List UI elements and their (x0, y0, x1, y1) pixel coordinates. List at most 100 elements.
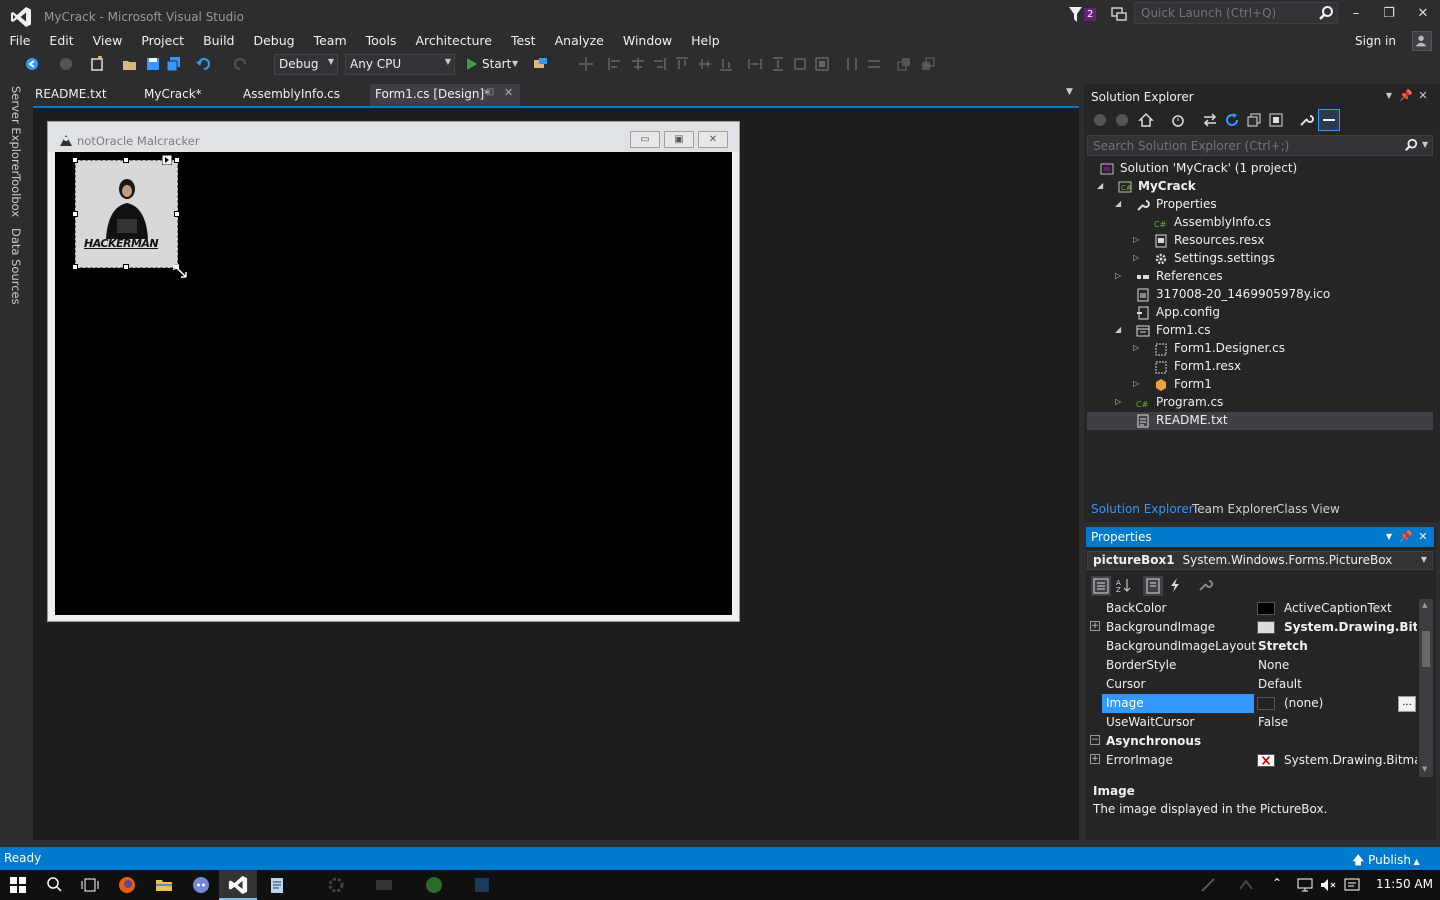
align-tops-icon[interactable] (674, 56, 690, 72)
properties-view-icon[interactable] (1143, 576, 1163, 596)
tree-item-form1-cs[interactable]: ◢ Form1.cs (1087, 322, 1433, 340)
save-all-icon[interactable] (166, 56, 182, 72)
server-explorer-tab[interactable]: Server Explorer (9, 86, 23, 175)
property-value[interactable]: ActiveCaptionText (1284, 601, 1392, 615)
solution-platform-dropdown[interactable]: Any CPU ▼ (345, 54, 455, 75)
vertical-spacing-icon[interactable] (866, 56, 882, 72)
notepad-icon[interactable] (267, 875, 287, 895)
solution-explorer-search-input[interactable] (1087, 135, 1433, 156)
expand-plus-icon[interactable]: + (1090, 621, 1100, 631)
menu-test[interactable]: Test (501, 30, 545, 52)
horizontal-spacing-icon[interactable] (844, 56, 860, 72)
property-cursor[interactable]: Cursor Default (1087, 675, 1417, 694)
window-position-dropdown-icon[interactable]: ▼ (1382, 89, 1396, 103)
menu-help[interactable]: Help (682, 30, 730, 52)
menu-project[interactable]: Project (132, 30, 194, 52)
bring-to-front-icon[interactable] (896, 56, 912, 72)
properties-wrench-icon[interactable] (1298, 112, 1314, 128)
menu-debug[interactable]: Debug (244, 30, 304, 52)
tab-form1-design[interactable]: Form1.cs [Design]* ⊡ ✕ (370, 84, 520, 106)
expand-arrow-icon[interactable]: ◢ (1115, 199, 1125, 209)
tray-app-icon[interactable] (1198, 875, 1218, 895)
pending-changes-filter-icon[interactable] (1170, 112, 1186, 128)
menu-build[interactable]: Build (194, 30, 244, 52)
tree-item-form1-resx[interactable]: Form1.resx (1087, 358, 1433, 376)
pin-icon[interactable]: 📌 (1399, 89, 1413, 103)
show-all-files-icon[interactable] (1268, 112, 1284, 128)
expand-arrow-icon[interactable]: ▷ (1115, 397, 1125, 407)
quick-launch-input[interactable] (1134, 2, 1338, 24)
expand-arrow-icon[interactable]: ◢ (1115, 325, 1125, 335)
align-bottoms-icon[interactable] (718, 56, 734, 72)
send-to-back-icon[interactable] (920, 56, 936, 72)
solution-configuration-dropdown[interactable]: Debug ▼ (274, 54, 338, 75)
volume-muted-icon[interactable] (1318, 875, 1338, 895)
menu-window[interactable]: Window (613, 30, 681, 52)
file-explorer-icon[interactable] (154, 875, 174, 895)
menu-architecture[interactable]: Architecture (406, 30, 502, 52)
account-icon[interactable] (1412, 31, 1432, 51)
property-value[interactable]: Default (1258, 677, 1302, 691)
settings-gear-icon[interactable] (326, 875, 346, 895)
tab-class-view[interactable]: Class View (1271, 500, 1345, 518)
scrollbar-thumb[interactable] (1422, 631, 1430, 667)
navigate-back-icon[interactable] (24, 56, 40, 72)
back-icon[interactable] (1092, 112, 1108, 128)
expand-arrow-icon[interactable]: ▷ (1133, 235, 1143, 245)
events-lightning-icon[interactable] (1167, 577, 1183, 593)
preview-selected-items-button[interactable] (1318, 109, 1340, 131)
make-same-width-icon[interactable] (747, 56, 763, 72)
tree-item-solution[interactable]: Solution 'MyCrack' (1 project) (1087, 160, 1433, 178)
data-sources-tab[interactable]: Data Sources (9, 228, 23, 305)
resize-handle-e[interactable] (174, 211, 180, 217)
tray-app-icon-2[interactable] (1236, 875, 1256, 895)
alphabetical-icon[interactable]: AZ (1115, 577, 1131, 593)
expand-arrow-icon[interactable]: ◢ (1097, 181, 1107, 191)
undo-icon[interactable] (196, 56, 212, 72)
close-button[interactable]: ✕ (1409, 4, 1437, 24)
new-project-icon[interactable] (89, 56, 105, 72)
home-icon[interactable] (1138, 112, 1154, 128)
property-value[interactable]: Stretch (1258, 639, 1308, 653)
save-icon[interactable] (145, 56, 161, 72)
chrome-icon[interactable] (424, 875, 444, 895)
picturebox1[interactable]: HACKERMAN (75, 160, 178, 268)
resize-handle-ne[interactable] (174, 157, 180, 163)
size-to-grid-icon[interactable] (792, 56, 808, 72)
navigate-forward-icon[interactable] (58, 56, 74, 72)
pin-icon[interactable]: ⊡ (486, 87, 494, 98)
windows-start-icon[interactable] (8, 875, 28, 895)
property-value[interactable]: (none) (1284, 696, 1323, 710)
sign-in-link[interactable]: Sign in (1355, 34, 1396, 48)
tab-readme[interactable]: README.txt (30, 84, 112, 106)
resize-handle-w[interactable] (72, 211, 78, 217)
property-pages-wrench-icon[interactable] (1197, 577, 1213, 593)
tab-solution-explorer[interactable]: Solution Explorer (1086, 500, 1199, 518)
property-value[interactable]: False (1258, 715, 1288, 729)
property-value[interactable]: None (1258, 658, 1289, 672)
task-view-icon[interactable] (80, 875, 100, 895)
expand-arrow-icon[interactable]: ▷ (1133, 253, 1143, 263)
search-options-dropdown-icon[interactable]: ▼ (1422, 140, 1428, 149)
align-rights-icon[interactable] (651, 56, 667, 72)
resize-handle-nw[interactable] (72, 157, 78, 163)
start-button[interactable]: Start (482, 57, 511, 71)
expand-plus-icon[interactable]: + (1090, 754, 1100, 764)
expand-arrow-icon[interactable]: ▷ (1115, 271, 1125, 281)
close-panel-icon[interactable]: ✕ (1416, 89, 1430, 103)
publish-button[interactable]: 🡅 Publish ▲ (1352, 851, 1420, 872)
open-file-icon[interactable] (122, 56, 138, 72)
sync-with-document-icon[interactable] (1202, 112, 1218, 128)
network-icon[interactable] (1295, 875, 1315, 895)
tab-overflow-dropdown-icon[interactable]: ▼ (1066, 87, 1073, 97)
discord-icon[interactable] (191, 875, 211, 895)
search-icon[interactable] (44, 875, 64, 895)
property-backcolor[interactable]: BackColor ActiveCaptionText (1087, 599, 1417, 618)
maximize-button[interactable]: ❐ (1375, 4, 1403, 24)
show-hidden-icons-icon[interactable]: ⌃ (1272, 876, 1282, 890)
collapse-all-icon[interactable] (1246, 112, 1262, 128)
property-errorimage[interactable]: + ErrorImage System.Drawing.Bitmap (1087, 751, 1417, 770)
search-icon[interactable] (1318, 5, 1334, 21)
search-icon[interactable] (1404, 138, 1418, 152)
browser-link-icon[interactable] (533, 56, 549, 72)
